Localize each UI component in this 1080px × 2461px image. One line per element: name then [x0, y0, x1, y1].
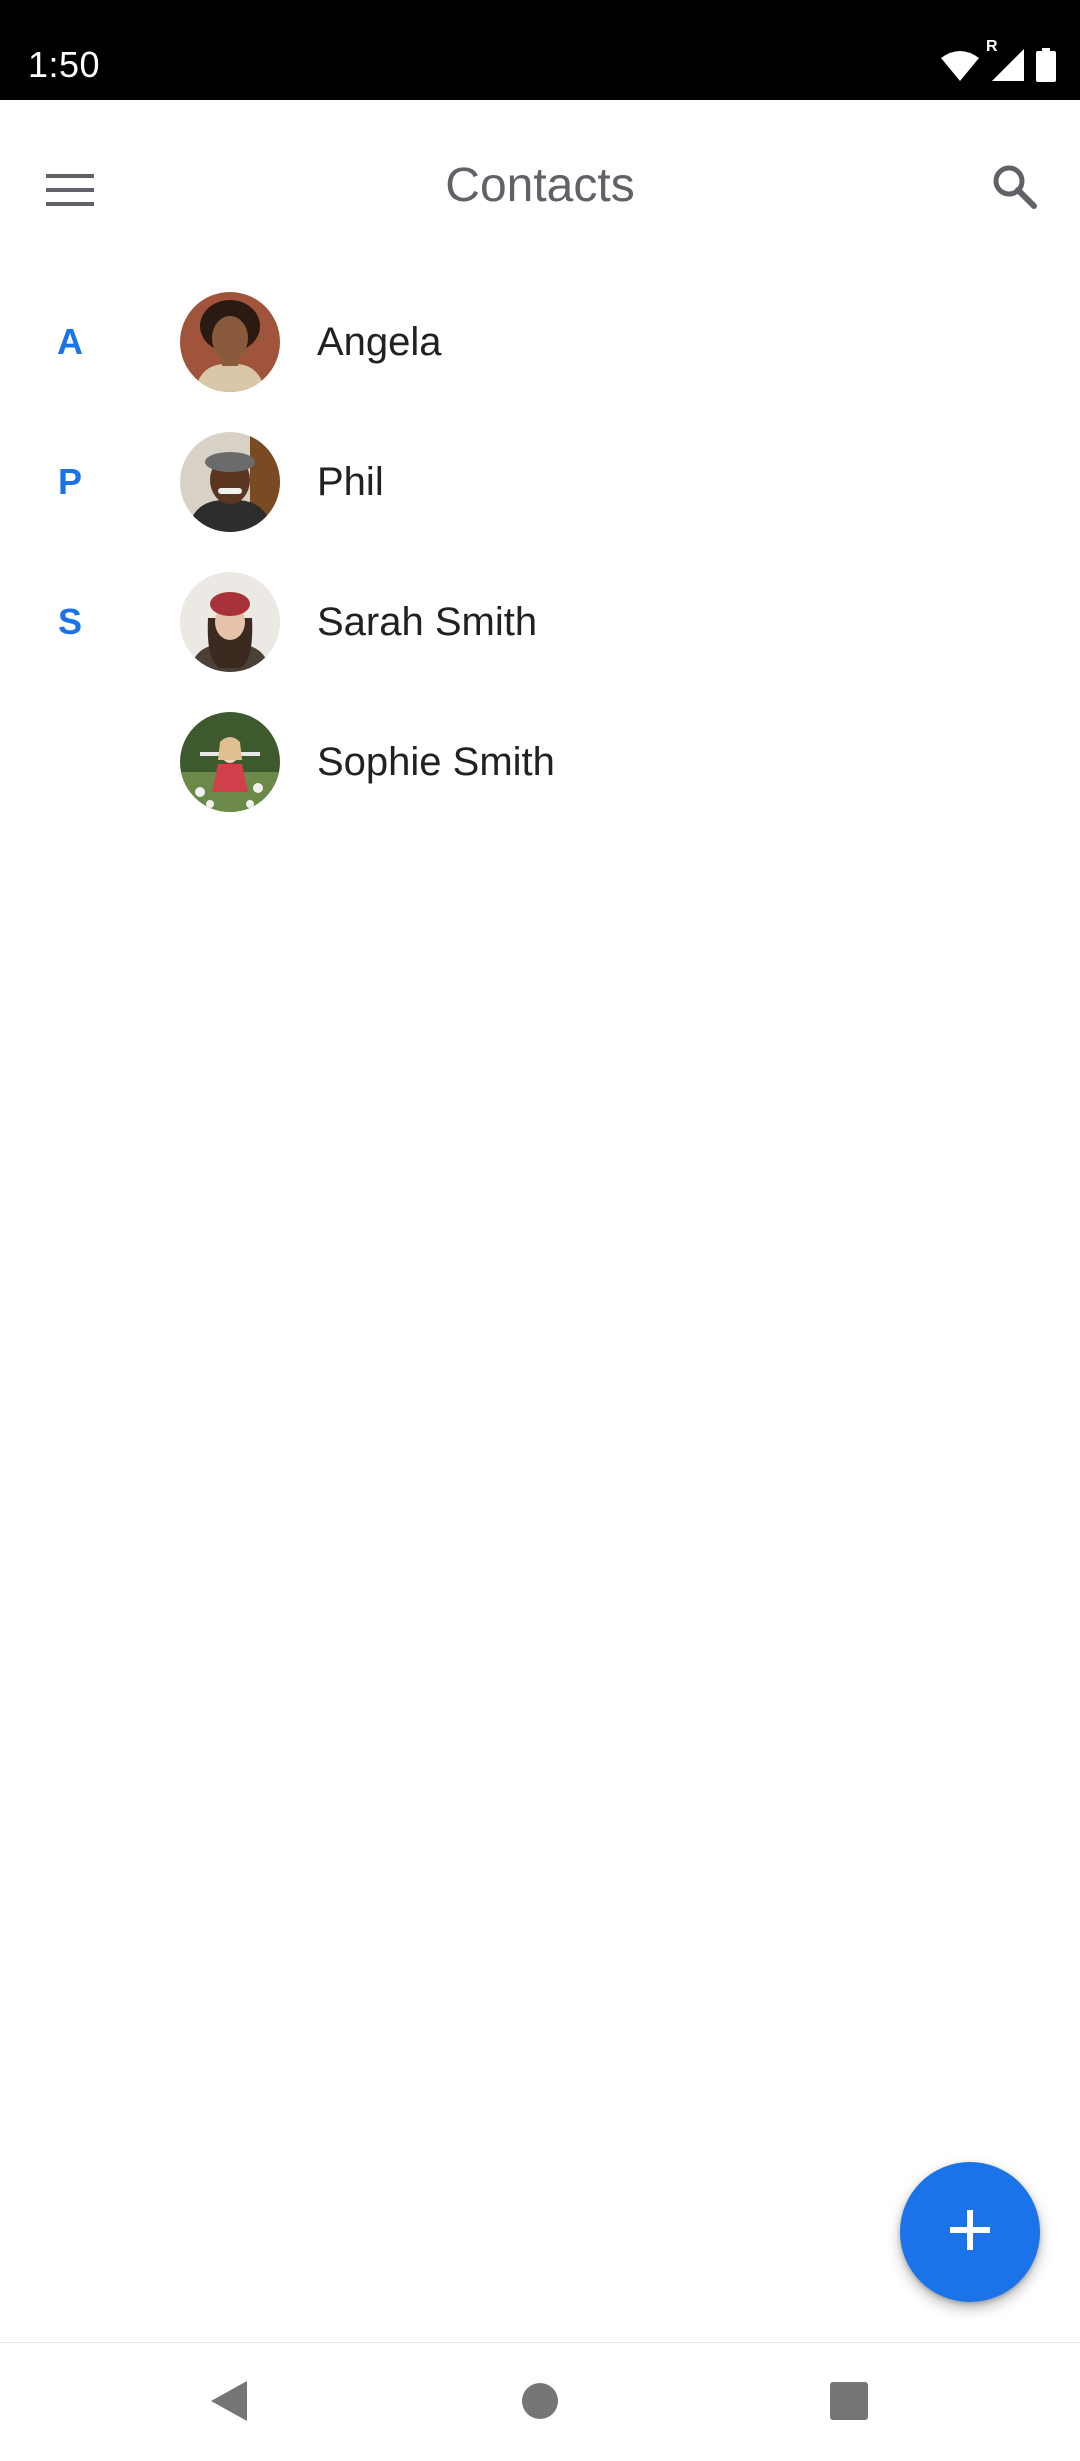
battery-icon — [1036, 48, 1056, 82]
status-bar: 1:50 R — [0, 0, 1080, 100]
plus-icon — [950, 2209, 990, 2255]
contact-name: Sophie Smith — [317, 739, 555, 784]
section-letter: S — [57, 601, 82, 642]
contact-list: A Angela P Phil S Sarah Smith Sophie Smi… — [0, 272, 1080, 832]
back-button[interactable] — [189, 2363, 269, 2443]
contact-row-sarah-smith[interactable]: S Sarah Smith — [0, 552, 1080, 692]
contact-row-sophie-smith[interactable]: Sophie Smith — [0, 692, 1080, 832]
add-contact-button[interactable] — [900, 2162, 1040, 2302]
status-time: 1:50 — [28, 44, 101, 85]
status-icons: R — [940, 38, 1056, 82]
search-button[interactable] — [974, 148, 1054, 228]
contact-name: Phil — [317, 459, 384, 504]
app-bar: Contacts — [0, 100, 1080, 272]
contact-name: Sarah Smith — [317, 599, 538, 644]
section-letter: P — [57, 461, 82, 502]
avatar — [180, 432, 280, 532]
avatar — [180, 292, 280, 392]
contact-name: Angela — [317, 319, 442, 364]
recents-button[interactable] — [809, 2363, 889, 2443]
recents-icon — [829, 2381, 869, 2426]
section-letter: A — [57, 321, 83, 362]
roaming-r-icon: R — [986, 38, 998, 55]
cell-signal-icon: R — [986, 38, 1026, 82]
navigation-bar — [0, 2342, 1080, 2461]
contact-row-phil[interactable]: P Phil — [0, 412, 1080, 552]
avatar — [180, 712, 280, 812]
page-title: Contacts — [445, 159, 635, 212]
search-icon — [990, 162, 1038, 215]
home-button[interactable] — [500, 2363, 580, 2443]
avatar — [180, 572, 280, 672]
contact-row-angela[interactable]: A Angela — [0, 272, 1080, 412]
home-icon — [520, 2381, 560, 2426]
back-icon — [209, 2379, 249, 2428]
wifi-icon — [940, 50, 980, 82]
